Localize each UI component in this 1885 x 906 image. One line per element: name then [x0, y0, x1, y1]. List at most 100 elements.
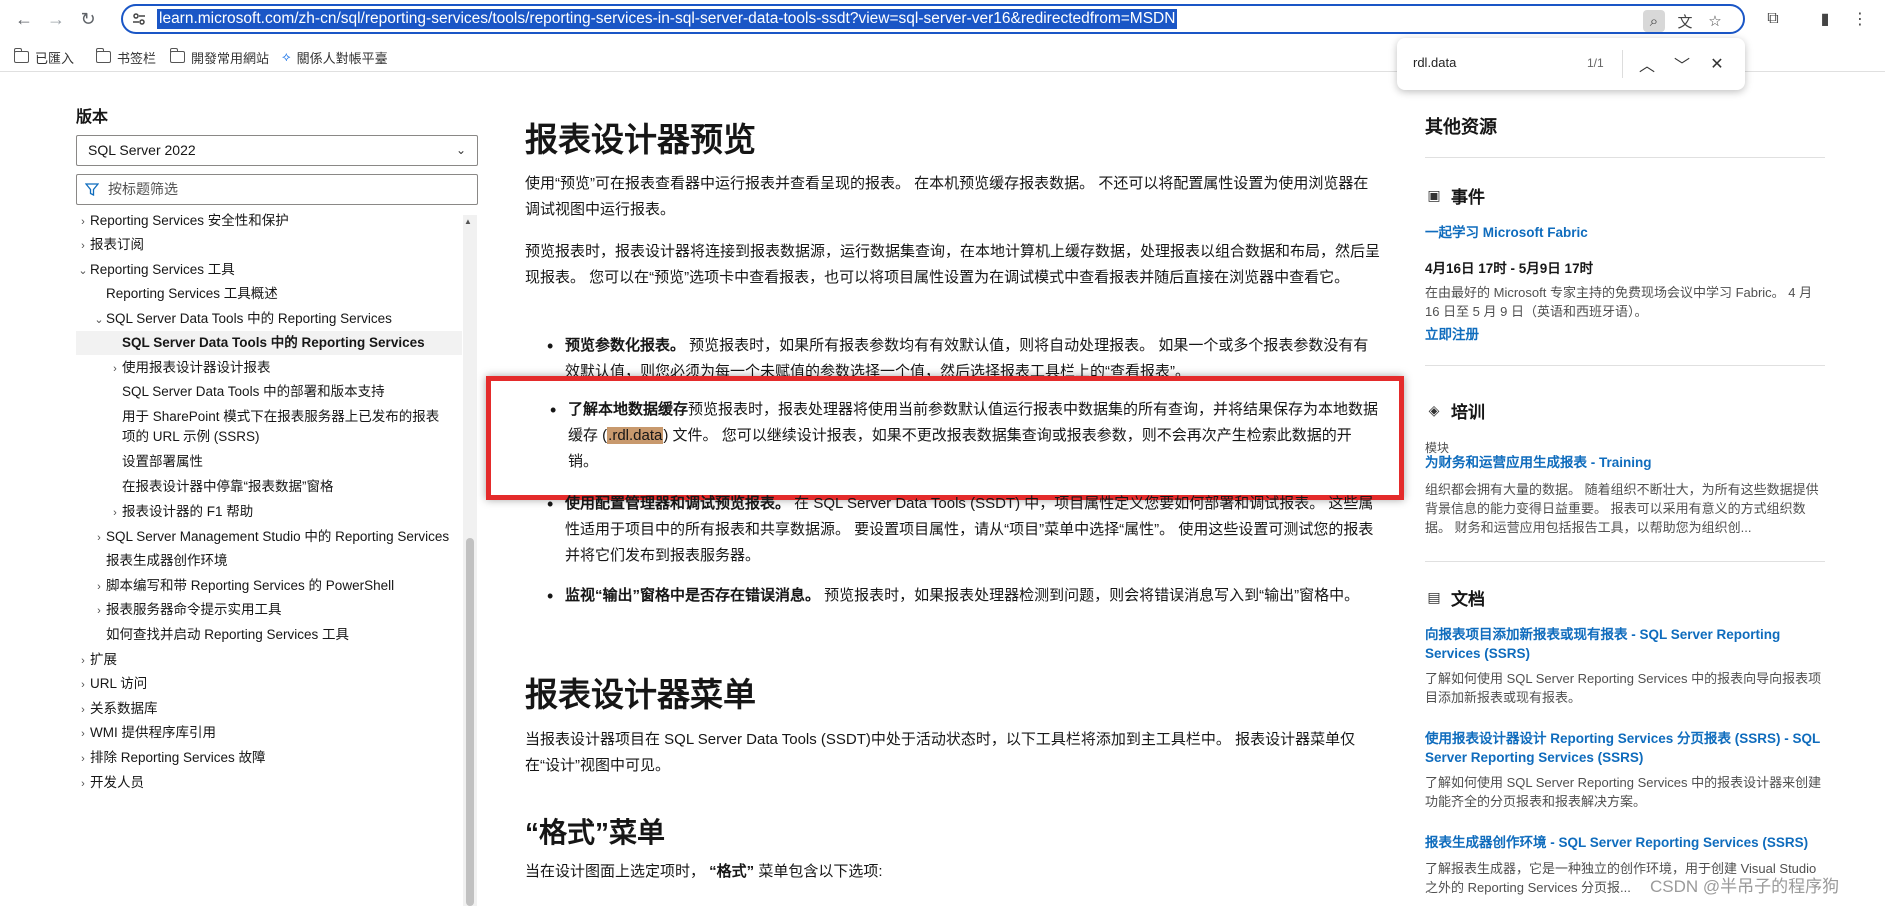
bookmark-star-icon[interactable]: ☆: [1704, 10, 1726, 32]
toc-item[interactable]: ⌄ SQL Server Data Tools 中的 Reporting Serv…: [76, 307, 462, 331]
find-previous-icon[interactable]: ︿: [1635, 52, 1659, 76]
toc-item-label: 报表服务器命令提示实用工具: [106, 602, 282, 617]
toc-item[interactable]: ⌄ Reporting Services 工具: [76, 258, 462, 282]
event-link[interactable]: 一起学习 Microsoft Fabric: [1425, 223, 1825, 242]
doc-description: 了解如何使用 SQL Server Reporting Services 中的报…: [1425, 775, 1822, 809]
url-text[interactable]: learn.microsoft.com/zh-cn/sql/reporting-…: [157, 9, 1178, 29]
training-description: 组织都会拥有大量的数据。 随着组织不断壮大，为所有这些数据提供背景信息的能力变得…: [1425, 482, 1819, 535]
extensions-icon[interactable]: ⧉: [1761, 7, 1785, 31]
doc-link[interactable]: 使用报表设计器设计 Reporting Services 分页报表 (SSRS)…: [1425, 729, 1825, 767]
toc-item[interactable]: 项的 URL 示例 (SSRS): [76, 425, 462, 449]
event-date: 4月16日 17时 - 5月9日 17时: [1425, 261, 1594, 276]
scroll-up-arrow-icon[interactable]: ▲: [464, 217, 472, 226]
back-icon[interactable]: ←: [12, 7, 36, 31]
bookmark-link[interactable]: ⟡ 關係人對帳平臺: [282, 48, 388, 66]
chevron-right-icon: ›: [81, 655, 85, 667]
sidebar-icon[interactable]: ▮: [1813, 7, 1837, 31]
forward-icon[interactable]: →: [44, 7, 68, 31]
main-content-lower: 使用配置管理器和调试预览报表。 在 SQL Server Data Tools …: [525, 73, 1380, 906]
folder-icon: [14, 48, 29, 63]
toc-item[interactable]: 设置部署属性: [76, 450, 462, 474]
watermark: CSDN @半吊子的程序狗: [1650, 877, 1840, 896]
toc-item[interactable]: › WMI 提供程序库引用: [76, 721, 462, 745]
training-heading: ◈ 培训: [1425, 398, 1485, 423]
toc-item[interactable]: 如何查找并启动 Reporting Services 工具: [76, 623, 462, 647]
divider: [1425, 157, 1825, 158]
toc-filter-input[interactable]: 按标题筛选: [76, 174, 478, 205]
docs-heading: ▤ 文档: [1425, 585, 1485, 610]
register-link[interactable]: 立即注册: [1425, 325, 1825, 344]
chevron-right-icon: ›: [81, 240, 85, 252]
toc-item[interactable]: › 开发人员: [76, 771, 462, 795]
version-select[interactable]: SQL Server 2022 ⌄: [76, 135, 478, 166]
toc-item[interactable]: › Reporting Services 安全性和保护: [76, 213, 462, 233]
chevron-right-icon: ›: [81, 679, 85, 691]
left-sidebar: 版本 SQL Server 2022 ⌄ 按标题筛选 › Reporting Se…: [0, 73, 480, 906]
toc-item[interactable]: › 报表设计器的 F1 帮助: [76, 500, 462, 524]
doc-link[interactable]: 报表生成器创作环境 - SQL Server Reporting Service…: [1425, 833, 1825, 852]
bookmark-folder[interactable]: 书签栏: [96, 48, 156, 66]
toc-item-label: Reporting Services 工具: [90, 262, 235, 277]
toc-item[interactable]: › URL 访问: [76, 672, 462, 696]
toc-item-label: SQL Server Data Tools 中的 Reporting Servi…: [122, 335, 425, 350]
toc-item-label: WMI 提供程序库引用: [90, 725, 216, 740]
toc-item-label: 排除 Reporting Services 故障: [90, 750, 266, 765]
additional-resources-title: 其他资源: [1425, 117, 1497, 137]
chevron-right-icon: ›: [81, 216, 85, 228]
calendar-icon: ▣: [1427, 187, 1441, 203]
toc-item[interactable]: › 脚本编写和带 Reporting Services 的 PowerShell: [76, 574, 462, 598]
toc-item[interactable]: › SQL Server Management Studio 中的 Reporti…: [76, 525, 462, 549]
toc-item-label: 用于 SharePoint 模式下在报表服务器上已发布的报表: [122, 409, 440, 424]
filter-icon: [85, 183, 99, 196]
training-link[interactable]: 为财务和运营应用生成报表 - Training: [1425, 453, 1825, 472]
close-icon[interactable]: ✕: [1705, 52, 1729, 76]
version-label: 版本: [76, 109, 109, 126]
toc-item-label: Reporting Services 安全性和保护: [90, 213, 289, 228]
menu-icon[interactable]: ⋮: [1848, 7, 1872, 31]
toc-item-label: 项的 URL 示例 (SSRS): [122, 429, 260, 444]
divider: [1425, 561, 1825, 562]
toc-item[interactable]: › 关系数据库: [76, 697, 462, 721]
address-bar[interactable]: learn.microsoft.com/zh-cn/sql/reporting-…: [121, 4, 1745, 34]
zoom-search-icon[interactable]: ⌕: [1643, 10, 1665, 32]
doc-link[interactable]: 向报表项目添加新报表或现有报表 - SQL Server Reporting S…: [1425, 625, 1825, 663]
table-of-contents: › Reporting Services 安全性和保护 › 报表订阅 ⌄ Reportin…: [76, 213, 462, 906]
bookmark-folder[interactable]: 開發常用網站: [170, 48, 269, 66]
toc-item[interactable]: 报表生成器创作环境: [76, 549, 462, 573]
toc-item-label: 设置部署属性: [122, 454, 203, 469]
events-heading: ▣ 事件: [1425, 183, 1485, 208]
site-info-icon[interactable]: [131, 11, 147, 27]
chevron-right-icon: ›: [97, 532, 101, 544]
toc-item-active[interactable]: SQL Server Data Tools 中的 Reporting Servi…: [76, 331, 462, 355]
translate-icon[interactable]: 文: [1674, 10, 1696, 32]
toc-item-label: 报表设计器的 F1 帮助: [122, 504, 254, 519]
find-input[interactable]: rdl.data: [1413, 55, 1456, 70]
training-icon: ◈: [1428, 402, 1440, 418]
toc-item[interactable]: 在报表设计器中停靠“报表数据”窗格: [76, 475, 462, 499]
find-next-icon[interactable]: ﹀: [1670, 52, 1694, 76]
event-description: 在由最好的 Microsoft 专家主持的免费现场会议中学习 Fabric。 4…: [1425, 285, 1813, 319]
toc-item-label: SQL Server Data Tools 中的部署和版本支持: [122, 384, 385, 399]
toc-item[interactable]: SQL Server Data Tools 中的部署和版本支持: [76, 380, 462, 404]
list-item: 监视“输出”窗格中是否存在错误消息。 预览报表时，如果报表处理器检测到问题，则会…: [547, 583, 1380, 609]
find-bar: rdl.data 1/1 ︿ ﹀ ✕: [1397, 38, 1745, 90]
toc-item-label: 报表订阅: [90, 237, 144, 252]
toc-scroll-thumb[interactable]: [466, 538, 474, 906]
toc-item[interactable]: Reporting Services 工具概述: [76, 282, 462, 306]
folder-icon: [170, 48, 185, 63]
divider: [1622, 50, 1623, 78]
toc-item[interactable]: › 排除 Reporting Services 故障: [76, 746, 462, 770]
toc-item-label: URL 访问: [90, 676, 148, 691]
chevron-right-icon: ›: [81, 753, 85, 765]
toc-item[interactable]: › 扩展: [76, 648, 462, 672]
chevron-right-icon: ›: [113, 507, 117, 519]
book-icon: ▤: [1427, 589, 1441, 605]
reload-icon[interactable]: ↻: [76, 7, 100, 31]
browser-toolbar: ← → ↻ learn.microsoft.com/zh-cn/sql/repo…: [0, 0, 1885, 38]
toc-item[interactable]: › 报表服务器命令提示实用工具: [76, 598, 462, 622]
toc-item[interactable]: › 报表订阅: [76, 233, 462, 257]
find-result-count: 1/1: [1587, 56, 1604, 70]
chevron-down-icon: ⌄: [94, 314, 104, 326]
toc-item[interactable]: › 使用报表设计器设计报表: [76, 356, 462, 380]
bookmark-folder[interactable]: 已匯入: [14, 48, 74, 66]
